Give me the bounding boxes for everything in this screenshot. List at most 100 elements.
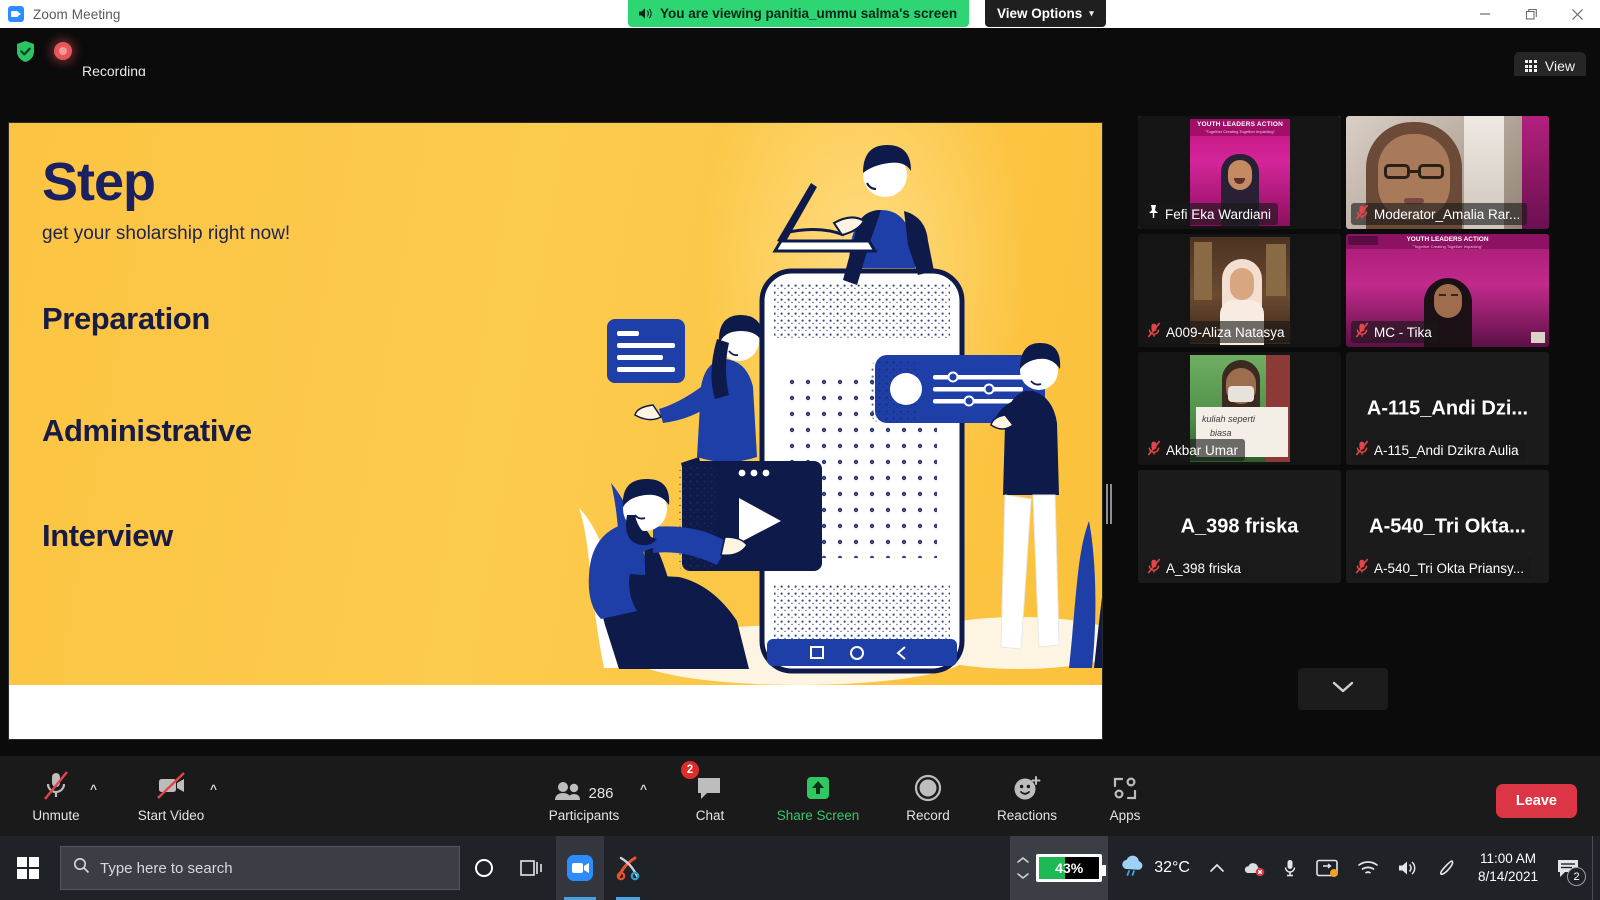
participant-tile-mc-tika[interactable]: YOUTH LEADERS ACTION "Together Creating … [1346, 234, 1549, 347]
participant-tile-fefi[interactable]: YOUTH LEADERS ACTION "Together Creating … [1138, 116, 1341, 229]
microphone-muted-icon [1355, 321, 1369, 343]
search-placeholder: Type here to search [100, 859, 233, 877]
shield-check-icon[interactable] [15, 40, 36, 63]
camera-off-icon [155, 768, 187, 802]
weather-widget[interactable]: 32°C [1108, 855, 1200, 882]
chat-button[interactable]: 2 Chat [664, 761, 756, 823]
microphone-muted-icon [1147, 321, 1161, 343]
mute-button[interactable]: Unmute [10, 768, 102, 823]
participants-button-label: Participants [548, 808, 620, 823]
slide-item-interview: Interview [42, 518, 173, 553]
microphone-muted-icon [1355, 439, 1369, 461]
participant-center-name: A-115_Andi Dzi... [1366, 397, 1529, 419]
onedrive-error-icon[interactable] [1234, 836, 1274, 900]
task-view-icon[interactable] [508, 836, 556, 900]
thumbnail-row: YOUTH LEADERS ACTION "Together Creating … [1138, 116, 1550, 229]
participant-name: A009-Aliza Natasya [1166, 324, 1285, 340]
reactions-smiley-icon [1012, 768, 1042, 802]
window-title: Zoom Meeting [33, 6, 121, 22]
participant-tile-moderator[interactable]: Moderator_Amalia Rar... [1346, 116, 1549, 229]
meeting-header-bar: Recording View [0, 28, 1600, 80]
battery-gauge: 43% [1036, 854, 1107, 882]
chat-unread-badge: 2 [681, 761, 699, 779]
participant-label: Moderator_Amalia Rar... [1351, 203, 1528, 225]
slide-bottom-band [9, 685, 1102, 739]
close-icon[interactable] [1554, 0, 1600, 28]
video-button[interactable]: Start Video [125, 768, 217, 823]
snip-and-sketch-icon[interactable] [604, 836, 652, 900]
share-screen-icon [804, 768, 832, 802]
participant-name: Akbar Umar [1166, 442, 1239, 458]
record-dot-icon[interactable] [54, 42, 72, 60]
microphone-icon[interactable] [1274, 836, 1306, 900]
participant-name: Fefi Eka Wardiani [1165, 206, 1272, 222]
taskbar-clock[interactable]: 11:00 AM 8/14/2021 [1466, 836, 1550, 900]
participant-tile-friska[interactable]: A_398 friska A_398 friska [1138, 470, 1341, 583]
view-options-button[interactable]: View Options ▾ [985, 0, 1106, 27]
grid-icon [1524, 59, 1537, 73]
reactions-button[interactable]: Reactions [981, 768, 1073, 823]
clock-date: 8/14/2021 [1477, 869, 1538, 884]
slide-item-administrative: Administrative [42, 413, 252, 448]
battery-percent: 43% [1055, 860, 1084, 876]
participant-label: A_398 friska [1143, 557, 1249, 579]
thumbnail-row: kuliah seperti biasa Akbar Umar A-115_An… [1138, 352, 1550, 465]
clock-time: 11:00 AM [1479, 851, 1536, 866]
screen-share-banner-text: You are viewing panitia_ummu salma's scr… [660, 6, 958, 21]
participant-label: A009-Aliza Natasya [1143, 321, 1292, 343]
pin-icon [1147, 204, 1160, 224]
display-switch-icon[interactable] [1306, 836, 1348, 900]
system-tray: 43% 32°C 11:00 AM 8/14/2021 2 [1010, 836, 1600, 900]
participant-tile-aliza[interactable]: A009-Aliza Natasya [1138, 234, 1341, 347]
slide-title: Step [42, 152, 156, 212]
leave-button[interactable]: Leave [1495, 784, 1577, 818]
participant-filmstrip: YOUTH LEADERS ACTION "Together Creating … [1138, 116, 1550, 676]
shared-screen-content[interactable]: Step get your sholarship right now! Prep… [8, 122, 1103, 740]
speaker-icon [638, 7, 653, 20]
participant-name: A_398 friska [1166, 560, 1242, 576]
presentation-slide: Step get your sholarship right now! Prep… [9, 123, 1102, 685]
participant-label: A-115_Andi Dzikra Aulia [1351, 439, 1526, 461]
action-center-icon[interactable]: 2 [1550, 836, 1592, 900]
participant-tile-tri-okta[interactable]: A-540_Tri Okta... A-540_Tri Okta Priansy… [1346, 470, 1549, 583]
participant-name: Moderator_Amalia Rar... [1374, 206, 1521, 222]
participant-center-name: A-540_Tri Okta... [1369, 515, 1526, 537]
show-desktop-button[interactable] [1592, 836, 1600, 900]
taskbar-search-input[interactable]: Type here to search [60, 846, 460, 890]
volume-icon[interactable] [1388, 836, 1428, 900]
participant-label: Fefi Eka Wardiani [1143, 203, 1279, 225]
view-options-label: View Options [997, 6, 1083, 21]
restore-icon[interactable] [1508, 0, 1554, 28]
microphone-muted-icon [1147, 557, 1161, 579]
participants-count: 286 [588, 785, 614, 802]
apps-button[interactable]: Apps [1079, 768, 1171, 823]
participants-options-caret[interactable]: ^ [640, 782, 647, 796]
participant-label: A-540_Tri Okta Priansy... [1351, 557, 1532, 579]
microphone-muted-icon [1355, 557, 1369, 579]
zoom-taskbar-icon[interactable] [556, 836, 604, 900]
filmstrip-scroll-down-button[interactable] [1298, 668, 1388, 710]
show-hidden-icons-chevron[interactable] [1200, 836, 1234, 900]
windows-start-icon[interactable] [0, 836, 56, 900]
spinner-arrows[interactable] [1016, 856, 1030, 880]
participants-button[interactable]: 286 Participants [536, 768, 632, 823]
participant-label: MC - Tika [1351, 321, 1439, 343]
video-options-caret[interactable]: ^ [210, 782, 217, 796]
slide-subtitle: get your sholarship right now! [42, 223, 291, 244]
microphone-muted-icon [43, 768, 69, 802]
participant-label: Akbar Umar [1143, 439, 1246, 461]
chevron-down-icon: ▾ [1089, 8, 1094, 18]
participant-tile-akbar[interactable]: kuliah seperti biasa Akbar Umar [1138, 352, 1341, 465]
audio-options-caret[interactable]: ^ [90, 782, 97, 796]
wifi-icon[interactable] [1348, 836, 1388, 900]
record-button[interactable]: Record [882, 768, 974, 823]
battery-indicator[interactable]: 43% [1010, 836, 1109, 900]
minimize-icon[interactable] [1462, 0, 1508, 28]
screen-share-banner: You are viewing panitia_ummu salma's scr… [628, 0, 970, 27]
apps-button-label: Apps [1109, 808, 1141, 823]
cortana-icon[interactable] [460, 836, 508, 900]
share-screen-button[interactable]: Share Screen [772, 768, 864, 823]
panel-resize-handle[interactable] [1106, 484, 1112, 524]
pen-icon[interactable] [1428, 836, 1466, 900]
participant-tile-andi[interactable]: A-115_Andi Dzi... A-115_Andi Dzikra Auli… [1346, 352, 1549, 465]
